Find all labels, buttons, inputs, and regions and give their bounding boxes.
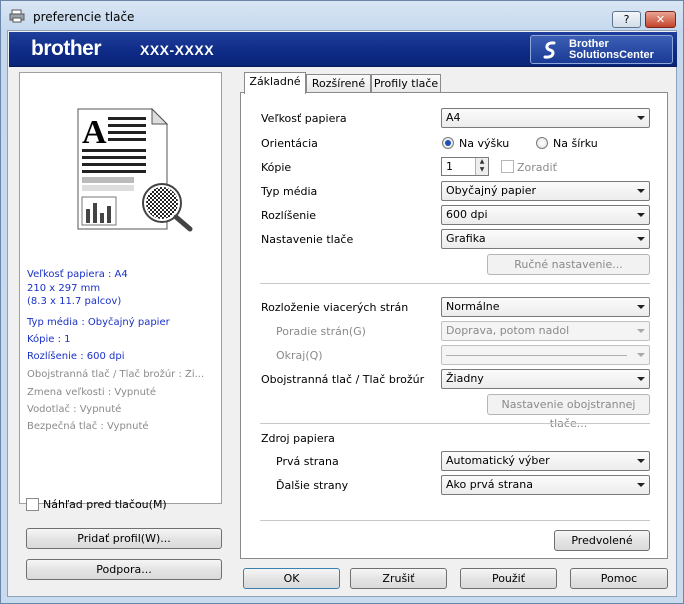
print-preview-label: Náhľad pred tlačou(M)	[43, 498, 167, 511]
resolution-select[interactable]: 600 dpi	[441, 205, 650, 225]
print-preview-checkbox[interactable]	[26, 498, 39, 511]
ok-button[interactable]: OK	[243, 568, 340, 589]
help-button[interactable]: Pomoc	[570, 568, 668, 589]
portrait-radio[interactable]	[442, 137, 454, 149]
basic-tab-panel: Veľkosť papiera A4 Orientácia Na výšku N…	[240, 92, 668, 559]
chevron-down-icon	[637, 189, 645, 193]
duplex-label: Obojstranná tlač / Tlač brožúr	[261, 373, 425, 386]
chevron-down-icon	[637, 305, 645, 309]
solutions-center-icon	[543, 41, 556, 59]
svg-text:A: A	[82, 114, 107, 151]
border-line-sample	[446, 355, 627, 356]
copies-stepper[interactable]: 1 ▲ ▼	[441, 157, 489, 176]
help-title-button[interactable]: ?	[612, 11, 641, 28]
other-pages-select[interactable]: Ako prvá strana	[441, 475, 650, 495]
chevron-down-icon	[637, 213, 645, 217]
collate-checkbox[interactable]	[501, 160, 514, 173]
copies-label: Kópie	[261, 161, 292, 174]
media-type-select[interactable]: Obyčajný papier	[441, 181, 650, 201]
border-select[interactable]	[441, 345, 650, 365]
landscape-radio[interactable]	[536, 137, 548, 149]
model-name: XXX-XXXX	[140, 42, 215, 58]
default-button[interactable]: Predvolené	[554, 530, 650, 551]
media-type-label: Typ média	[261, 185, 318, 198]
window-title: preferencie tlače	[33, 10, 135, 24]
chevron-down-icon	[637, 329, 645, 333]
printing-preferences-window: preferencie tlače ? ✕ brother XXX-XXXX B…	[0, 0, 684, 604]
divider	[260, 283, 650, 284]
brother-logo: brother	[31, 37, 102, 60]
dialog-body: brother XXX-XXXX Brother SolutionsCenter…	[7, 30, 677, 597]
page-order-label: Poradie strán(G)	[276, 325, 366, 338]
landscape-label: Na šírku	[553, 137, 598, 150]
solutions-center-button[interactable]: Brother SolutionsCenter	[530, 35, 673, 64]
summary-paper-in: (8.3 x 11.7 palcov)	[27, 296, 122, 307]
chevron-down-icon	[637, 483, 645, 487]
orientation-label: Orientácia	[261, 137, 318, 150]
divider	[260, 520, 650, 521]
page-preview-image: A	[77, 107, 193, 232]
first-page-select[interactable]: Automatický výber	[441, 451, 650, 471]
resolution-label: Rozlíšenie	[261, 209, 317, 222]
summary-watermark: Vodotlač : Vypnuté	[27, 404, 122, 415]
border-label: Okraj(Q)	[276, 349, 323, 362]
print-setting-label: Nastavenie tlače	[261, 233, 354, 246]
chevron-down-icon	[637, 353, 645, 357]
manual-settings-button[interactable]: Ručné nastavenie...	[487, 254, 650, 275]
summary-scaling: Zmena veľkosti : Vypnuté	[27, 387, 156, 398]
title-bar: preferencie tlače ? ✕	[1, 1, 683, 31]
add-profile-button[interactable]: Pridať profil(W)...	[26, 528, 222, 549]
brand-banner: brother XXX-XXXX Brother SolutionsCenter	[9, 32, 677, 67]
divider	[260, 423, 650, 424]
tab-print-profiles[interactable]: Profily tlače	[371, 74, 441, 94]
tab-advanced[interactable]: Rozšírené	[306, 74, 371, 94]
chevron-down-icon	[637, 116, 645, 120]
print-setting-select[interactable]: Grafika	[441, 229, 650, 249]
summary-copies: Kópie : 1	[27, 334, 71, 345]
other-pages-label: Ďalšie strany	[276, 479, 349, 492]
multipage-select[interactable]: Normálne	[441, 297, 650, 317]
summary-paper-size: Veľkosť papiera : A4	[27, 269, 128, 280]
up-arrow-icon: ▲	[479, 158, 485, 165]
summary-resolution: Rozlíšenie : 600 dpi	[27, 351, 125, 362]
collate-label: Zoradiť	[517, 161, 557, 174]
paper-size-label: Veľkosť papiera	[261, 112, 347, 125]
multipage-label: Rozloženie viacerých strán	[261, 301, 409, 314]
close-button[interactable]: ✕	[645, 11, 676, 28]
solutions-center-label: Brother SolutionsCenter	[569, 38, 654, 61]
chevron-down-icon	[637, 237, 645, 241]
apply-button[interactable]: Použiť	[460, 568, 557, 589]
printer-icon	[9, 9, 25, 23]
summary-duplex: Obojstranná tlač / Tlač brožúr : Ži...	[27, 369, 205, 380]
summary-paper-mm: 210 x 297 mm	[27, 283, 101, 294]
duplex-select[interactable]: Žiadny	[441, 369, 650, 389]
paper-size-select[interactable]: A4	[441, 108, 650, 128]
summary-secure-print: Bezpečná tlač : Vypnuté	[27, 421, 149, 432]
settings-summary-panel: A Veľkosť papiera: A4 210 x 297 mm (8.3…	[19, 72, 222, 504]
down-arrow-icon: ▼	[479, 166, 485, 173]
tab-basic[interactable]: Základné	[244, 72, 306, 94]
paper-source-label: Zdroj papiera	[261, 432, 335, 445]
chevron-down-icon	[637, 459, 645, 463]
page-order-select[interactable]: Doprava, potom nadol	[441, 321, 650, 341]
support-button[interactable]: Podpora...	[26, 559, 222, 580]
summary-media-type: Typ média : Obyčajný papier	[27, 317, 170, 328]
chevron-down-icon	[637, 377, 645, 381]
portrait-label: Na výšku	[459, 137, 510, 150]
first-page-label: Prvá strana	[276, 455, 339, 468]
stepper-buttons[interactable]: ▲ ▼	[475, 158, 488, 175]
cancel-button[interactable]: Zrušiť	[350, 568, 447, 589]
duplex-settings-button[interactable]: Nastavenie obojstrannej tlače...	[487, 394, 650, 430]
